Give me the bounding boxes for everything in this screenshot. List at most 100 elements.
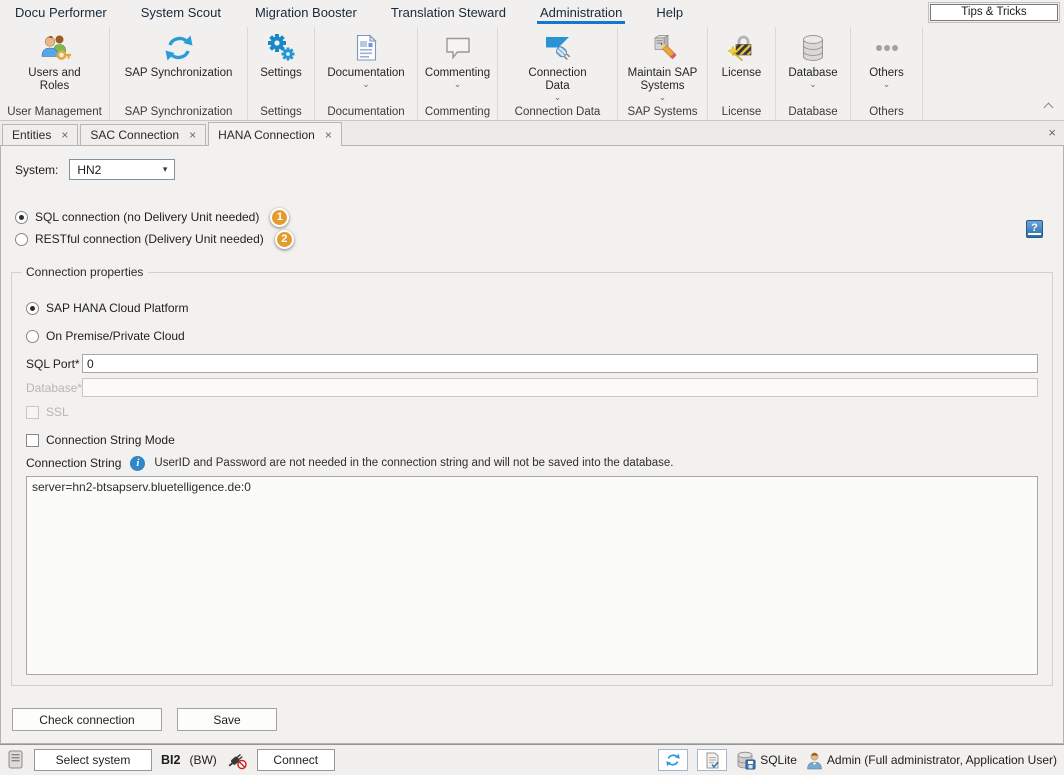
radio-button-selected[interactable] (26, 302, 39, 315)
connect-button[interactable]: Connect (257, 749, 335, 771)
ribbon-group-connection-data: Connection Data ⌄ Connection Data (498, 27, 618, 120)
commenting-icon (442, 32, 474, 64)
ribbon-group-label: Connection Data (498, 106, 617, 118)
ribbon-button-label: Maintain SAP Systems (624, 67, 702, 93)
database-icon (797, 32, 829, 64)
close-icon[interactable]: × (325, 130, 332, 140)
chevron-down-icon: ⌄ (809, 80, 817, 88)
connection-string-row: Connection String i UserID and Password … (26, 453, 674, 473)
database-input-disabled (82, 378, 1038, 397)
server-icon (7, 750, 25, 770)
disconnected-plug-icon (226, 750, 248, 770)
chevron-down-icon: ⌄ (554, 93, 562, 101)
menu-item-help[interactable]: Help (656, 0, 683, 27)
document-check-icon (705, 752, 720, 769)
ribbon-group-label: User Management (0, 106, 109, 118)
step-badge-1: 1 (270, 208, 289, 227)
ribbon-group-user-management: Users and Roles User Management (0, 27, 110, 120)
tab-label: HANA Connection (218, 128, 315, 142)
chevron-down-icon: ⌄ (362, 80, 370, 88)
ribbon-button-label: License (722, 67, 762, 80)
radio-button-selected[interactable] (15, 211, 28, 224)
connection-string-label: Connection String (26, 456, 121, 470)
sql-port-input[interactable]: 0 (82, 354, 1038, 373)
select-system-button[interactable]: Select system (34, 749, 152, 771)
menu-item-translation-steward[interactable]: Translation Steward (391, 0, 506, 27)
menu-bar: Docu Performer System Scout Migration Bo… (0, 0, 1064, 27)
users-roles-icon (39, 32, 71, 64)
check-connection-button[interactable]: Check connection (12, 708, 162, 731)
connection-string-mode-label: Connection String Mode (46, 433, 175, 447)
chevron-down-icon: ⌄ (659, 93, 667, 101)
hana-cloud-platform-option[interactable]: SAP HANA Cloud Platform (26, 298, 189, 318)
radio-button[interactable] (26, 330, 39, 343)
ribbon-button-label: SAP Synchronization (125, 67, 233, 80)
dropdown-arrow-icon: ▾ (163, 164, 168, 175)
radio-button[interactable] (15, 233, 28, 246)
tab-label: SAC Connection (90, 128, 179, 142)
refresh-icon (665, 752, 681, 768)
ribbon-group-sap-synchronization: SAP Synchronization SAP Synchronization (110, 27, 248, 120)
refresh-button[interactable] (658, 749, 688, 771)
chevron-up-icon (1043, 103, 1053, 113)
ribbon-group-license: License License (708, 27, 776, 120)
license-icon (726, 32, 758, 64)
docu-performer-window: Docu Performer System Scout Migration Bo… (0, 0, 1064, 775)
close-icon[interactable]: × (61, 130, 68, 140)
close-icon[interactable]: × (1048, 125, 1056, 140)
menu-item-system-scout[interactable]: System Scout (141, 0, 221, 27)
menu-item-administration[interactable]: Administration (540, 0, 622, 27)
database-status: SQLite (736, 751, 797, 770)
tab-hana-connection[interactable]: HANA Connection × (208, 122, 342, 146)
sql-connection-option[interactable]: SQL connection (no Delivery Unit needed)… (15, 206, 294, 228)
ribbon-button-label: Settings (260, 67, 302, 80)
tips-tricks-button[interactable]: Tips & Tricks (930, 4, 1058, 21)
hana-cloud-platform-label: SAP HANA Cloud Platform (46, 301, 189, 315)
chevron-down-icon: ⌄ (454, 80, 462, 88)
connection-string-mode-row[interactable]: Connection String Mode (26, 430, 175, 450)
tab-entities[interactable]: Entities × (2, 124, 78, 145)
ribbon-group-commenting: Commenting ⌄ Commenting (418, 27, 498, 120)
ribbon-group-label: Database (776, 106, 850, 118)
system-label: System: (15, 163, 58, 177)
connection-string-mode-checkbox[interactable] (26, 434, 39, 447)
connection-string-textarea[interactable]: server=hn2-btsapserv.bluetelligence.de:0 (26, 476, 1038, 675)
ribbon-group-sap-systems: Maintain SAP Systems ⌄ SAP Systems (618, 27, 708, 120)
document-tab-bar: Entities × SAC Connection × HANA Connect… (0, 121, 1064, 145)
ribbon-collapse-button[interactable] (1042, 102, 1054, 112)
tips-tricks-frame: Tips & Tricks (928, 2, 1060, 23)
sap-sync-icon (163, 32, 195, 64)
restful-connection-option[interactable]: RESTful connection (Delivery Unit needed… (15, 228, 294, 250)
ribbon-group-label: Others (851, 106, 922, 118)
connection-string-note: UserID and Password are not needed in th… (154, 457, 673, 469)
ribbon-group-documentation: Documentation ⌄ Documentation (315, 27, 418, 120)
settings-gears-icon (265, 32, 297, 64)
ribbon-group-label: SAP Synchronization (110, 106, 247, 118)
ssl-label: SSL (46, 405, 69, 419)
tab-sac-connection[interactable]: SAC Connection × (80, 124, 206, 145)
log-document-button[interactable] (697, 749, 727, 771)
system-type-label: (BW) (189, 753, 216, 767)
documentation-icon (350, 32, 382, 64)
connection-properties-group: Connection properties SAP HANA Cloud Pla… (11, 272, 1053, 686)
ribbon-toolbar: Users and Roles User Management SAP Sync… (0, 27, 1064, 121)
user-status: Admin (Full administrator, Application U… (806, 751, 1057, 770)
info-icon: i (130, 456, 145, 471)
database-row: Database* (26, 378, 1038, 397)
user-label: Admin (Full administrator, Application U… (827, 753, 1057, 767)
sql-connection-label: SQL connection (no Delivery Unit needed) (35, 210, 259, 224)
hana-connection-panel: System: HN2 ▾ SQL connection (no Deliver… (0, 145, 1064, 744)
on-premise-label: On Premise/Private Cloud (46, 329, 185, 343)
ribbon-group-settings: Settings Settings (248, 27, 315, 120)
sql-port-row: SQL Port* 0 (26, 354, 1038, 373)
close-icon[interactable]: × (189, 130, 196, 140)
help-icon[interactable]: ? (1026, 220, 1043, 238)
ssl-checkbox-disabled (26, 406, 39, 419)
system-dropdown[interactable]: HN2 ▾ (69, 159, 175, 180)
on-premise-option[interactable]: On Premise/Private Cloud (26, 326, 185, 346)
menu-item-migration-booster[interactable]: Migration Booster (255, 0, 357, 27)
save-button[interactable]: Save (177, 708, 277, 731)
action-buttons: Check connection Save (12, 708, 277, 731)
menu-item-docu-performer[interactable]: Docu Performer (15, 0, 107, 27)
system-dropdown-value: HN2 (77, 163, 101, 177)
